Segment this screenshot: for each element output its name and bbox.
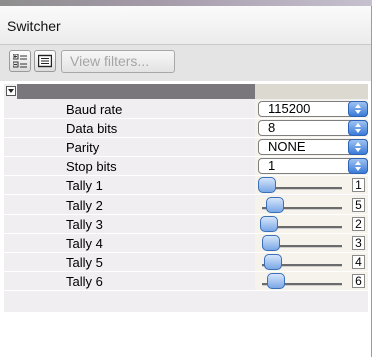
slider-thumb[interactable]: [258, 177, 276, 194]
property-row: Tally 4 3: [4, 233, 368, 253]
property-value-cell: 5: [255, 195, 368, 214]
property-grid: Baud rate 115200 Data bits 8 Parity NONE Stop …: [4, 84, 368, 312]
slider-thumb[interactable]: [267, 272, 286, 289]
property-label: Tally 4: [66, 235, 103, 251]
tally-value-field[interactable]: 2: [352, 216, 365, 231]
slider-thumb[interactable]: [260, 215, 279, 232]
property-value-cell: 1: [255, 157, 368, 176]
property-row: Tally 2 5: [4, 195, 368, 215]
select-value: NONE: [268, 139, 306, 155]
select-value: 115200: [268, 101, 311, 116]
property-row: Baud rate 115200: [4, 100, 368, 119]
tally-value-field[interactable]: 3: [352, 235, 365, 250]
categorized-view-icon: [13, 54, 27, 68]
property-label: Tally 5: [66, 254, 103, 270]
property-label: Parity: [66, 140, 100, 156]
view-filters-button[interactable]: View filters...: [61, 50, 175, 73]
collapse-toggle-icon[interactable]: [6, 86, 16, 96]
property-row: Tally 3 2: [4, 214, 368, 234]
tally-slider[interactable]: [258, 253, 346, 271]
property-label: Tally 3: [66, 216, 103, 232]
slider-thumb[interactable]: [263, 253, 282, 270]
property-label: Tally 1: [66, 178, 103, 194]
property-label: Stop bits: [66, 159, 117, 175]
select-arrows-icon: [348, 139, 368, 156]
tally-slider[interactable]: [258, 272, 346, 290]
property-row: Parity NONE: [4, 138, 368, 158]
select-value: 8: [268, 120, 276, 136]
select-arrows-icon: [348, 158, 368, 175]
property-row: Data bits 8: [4, 119, 368, 139]
categorized-view-button[interactable]: [9, 50, 31, 72]
tally-slider[interactable]: [258, 196, 346, 214]
select-arrows-icon: [348, 120, 368, 137]
property-select[interactable]: NONE: [258, 139, 368, 156]
property-row: Tally 6 6: [4, 271, 368, 291]
property-row: Stop bits 1: [4, 157, 368, 177]
property-row: Tally 5 4: [4, 252, 368, 272]
tally-slider[interactable]: [258, 215, 346, 233]
tally-value-field[interactable]: 5: [352, 197, 365, 212]
property-value-cell: 4: [255, 252, 368, 271]
slider-thumb[interactable]: [265, 196, 284, 213]
property-value-cell: 8: [255, 119, 368, 138]
property-row: Tally 1 1: [4, 176, 368, 196]
select-value: 1: [268, 158, 276, 174]
property-value-cell: 115200: [255, 100, 368, 118]
select-arrows-icon: [348, 101, 368, 117]
tally-value-field[interactable]: 1: [352, 178, 365, 193]
tally-value-field[interactable]: 6: [352, 273, 365, 288]
tally-value-field[interactable]: 4: [352, 254, 365, 269]
property-value-cell: 6: [255, 271, 368, 290]
property-select[interactable]: 8: [258, 120, 368, 137]
property-group-header-value: [255, 84, 368, 99]
panel-title: Switcher: [7, 18, 61, 34]
tally-slider[interactable]: [258, 176, 346, 194]
panel-title-bar: Switcher: [0, 6, 372, 45]
property-value-cell: 1: [255, 176, 368, 195]
property-value-cell: NONE: [255, 138, 368, 157]
list-view-button[interactable]: [34, 50, 56, 72]
property-group-header[interactable]: [17, 84, 255, 99]
slider-thumb[interactable]: [261, 234, 280, 251]
property-label: Baud rate: [66, 102, 123, 117]
property-label: Tally 6: [66, 273, 103, 289]
property-value-cell: 3: [255, 233, 368, 252]
list-view-icon: [38, 54, 52, 68]
tally-slider[interactable]: [258, 234, 346, 252]
panel-toolbar: View filters...: [0, 45, 372, 81]
property-select[interactable]: 115200: [258, 101, 368, 117]
property-select[interactable]: 1: [258, 158, 368, 175]
property-value-cell: 2: [255, 214, 368, 233]
property-label: Data bits: [66, 121, 118, 137]
property-label: Tally 2: [66, 197, 103, 213]
